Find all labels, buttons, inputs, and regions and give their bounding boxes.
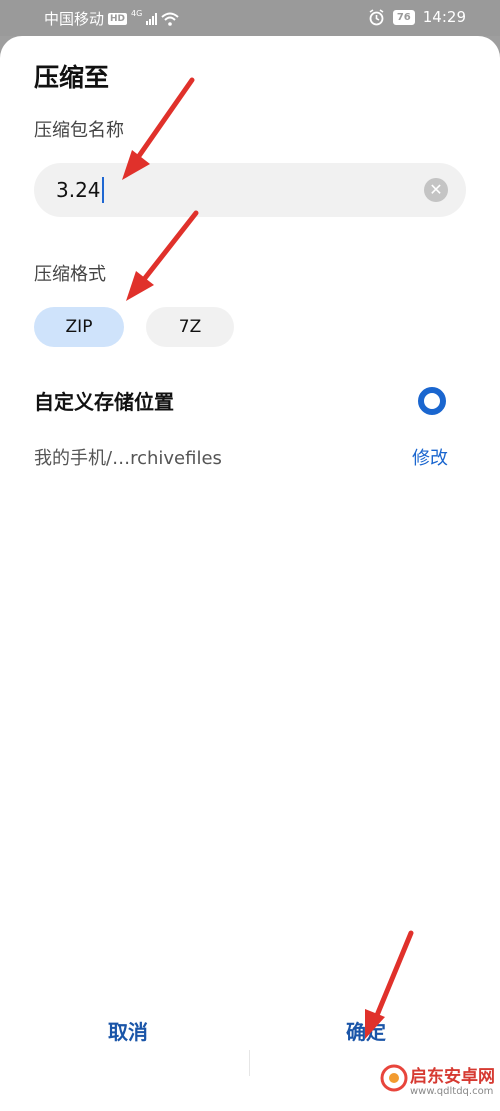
alarm-icon	[369, 8, 384, 25]
clock: 14:29	[422, 8, 466, 26]
format-zip-chip[interactable]: ZIP	[34, 307, 124, 347]
annotation-arrow-confirm	[365, 930, 414, 1039]
clear-icon[interactable]: ✕	[424, 178, 448, 202]
storage-path: 我的手机/…rchivefiles	[34, 448, 222, 469]
footer-divider	[249, 1050, 250, 1076]
status-right: 76 14:29	[368, 8, 466, 26]
archive-name-input[interactable]: 3.24 ✕	[34, 163, 466, 217]
modify-path-button[interactable]: 修改	[412, 444, 448, 470]
annotation-arrow-format	[126, 210, 199, 301]
format-label: 压缩格式	[34, 264, 106, 285]
archive-name-value: 3.24	[56, 178, 101, 202]
watermark-brand: 启东安卓网	[410, 1067, 495, 1087]
status-left: 中国移动 HD 4G	[44, 8, 179, 29]
battery-icon: 76	[392, 9, 415, 25]
network-type: 4G	[131, 9, 143, 18]
watermark: 启东安卓网 www.qdltdq.com	[380, 1044, 500, 1111]
status-bar: 中国移动 HD 4G 76 14:29	[0, 0, 500, 36]
annotation-arrow-name	[122, 77, 195, 180]
signal-icon	[146, 12, 158, 25]
dialog-title: 压缩至	[34, 63, 110, 92]
text-cursor	[101, 177, 104, 203]
compress-dialog: 压缩至 压缩包名称 3.24 ✕ 压缩格式 ZIP 7Z 自定义存储位置 我的手…	[0, 36, 500, 1111]
format-7z-chip[interactable]: 7Z	[146, 307, 234, 347]
watermark-url: www.qdltdq.com	[410, 1086, 494, 1097]
hd-icon: HD	[108, 12, 128, 25]
custom-location-label: 自定义存储位置	[34, 390, 174, 414]
wifi-icon	[161, 12, 179, 26]
custom-location-radio[interactable]	[418, 387, 446, 415]
carrier-label: 中国移动	[44, 10, 105, 28]
cancel-button[interactable]: 取消	[108, 1016, 148, 1045]
